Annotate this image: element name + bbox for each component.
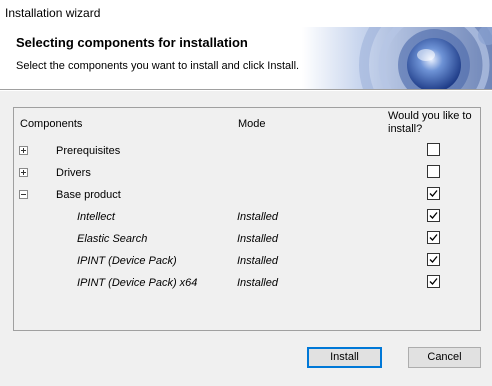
component-name: Prerequisites xyxy=(56,145,121,157)
install-checkbox[interactable] xyxy=(427,231,440,244)
window-title: Installation wizard xyxy=(5,6,101,20)
checkmark-icon xyxy=(429,278,438,285)
component-row-intellect: Intellect Installed xyxy=(14,207,480,229)
checkmark-icon xyxy=(429,234,438,241)
header-separator xyxy=(0,89,492,91)
component-name: Intellect xyxy=(77,211,115,223)
checkmark-icon xyxy=(429,256,438,263)
page-subtitle: Select the components you want to instal… xyxy=(16,60,300,72)
collapse-icon[interactable] xyxy=(19,190,28,199)
component-mode: Installed xyxy=(237,277,278,289)
install-checkbox[interactable] xyxy=(427,143,440,156)
expand-icon[interactable] xyxy=(19,168,28,177)
component-row-base-product: Base product xyxy=(14,185,480,207)
install-checkbox[interactable] xyxy=(427,209,440,222)
component-name: Drivers xyxy=(56,167,91,179)
checkmark-icon xyxy=(429,212,438,219)
wizard-header: Selecting components for installation Se… xyxy=(0,27,492,89)
component-row-drivers: Drivers xyxy=(14,163,480,185)
component-row-prerequisites: Prerequisites xyxy=(14,141,480,163)
install-checkbox[interactable] xyxy=(427,165,440,178)
component-mode: Installed xyxy=(237,211,278,223)
page-heading: Selecting components for installation xyxy=(16,35,248,50)
column-header-components: Components xyxy=(20,118,83,130)
expand-icon[interactable] xyxy=(19,146,28,155)
components-panel: Components Mode Would you like to instal… xyxy=(13,107,481,331)
cancel-button[interactable]: Cancel xyxy=(408,347,481,368)
install-checkbox[interactable] xyxy=(427,275,440,288)
component-name: Elastic Search xyxy=(77,233,148,245)
component-row-elastic-search: Elastic Search Installed xyxy=(14,229,480,251)
component-mode: Installed xyxy=(237,233,278,245)
checkmark-icon xyxy=(429,190,438,197)
component-row-ipint-device-pack-x64: IPINT (Device Pack) x64 Installed xyxy=(14,273,480,295)
banner-globe-graphic xyxy=(302,27,492,89)
component-row-ipint-device-pack: IPINT (Device Pack) Installed xyxy=(14,251,480,273)
install-button[interactable]: Install xyxy=(307,347,382,368)
component-name: IPINT (Device Pack) x64 xyxy=(77,277,198,289)
column-header-install: Would you like to install? xyxy=(388,110,472,135)
column-header-mode: Mode xyxy=(238,118,266,130)
title-bar: Installation wizard xyxy=(0,0,492,28)
component-mode: Installed xyxy=(237,255,278,267)
component-name: Base product xyxy=(56,189,121,201)
component-name: IPINT (Device Pack) xyxy=(77,255,177,267)
install-checkbox[interactable] xyxy=(427,253,440,266)
install-checkbox[interactable] xyxy=(427,187,440,200)
